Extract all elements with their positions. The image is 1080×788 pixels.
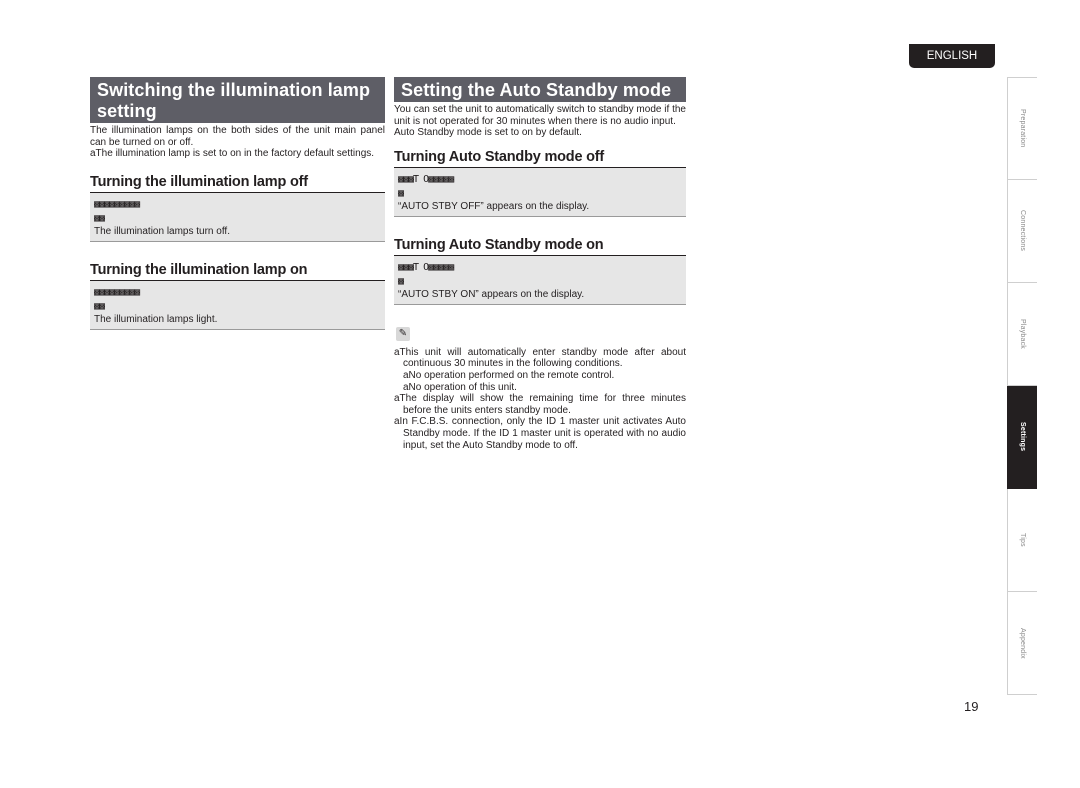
- subsection-heading: Turning Auto Standby mode off: [394, 149, 686, 168]
- intro-text: You can set the unit to automatically sw…: [394, 104, 686, 127]
- tab-settings[interactable]: Settings: [1007, 386, 1037, 489]
- step-1: ▩▩▩T O▩▩▩▩▩: [398, 261, 454, 273]
- subsection-standby-on: Turning Auto Standby mode on ▩▩▩T O▩▩▩▩▩…: [394, 237, 686, 305]
- procedure-box: ▩▩▩T O▩▩▩▩▩ ▩ “AUTO STBY OFF” appears on…: [394, 167, 686, 217]
- step-1: ▩▩▩▩▩▩▩▩▩: [94, 286, 140, 298]
- subsection-heading: Turning the illumination lamp on: [90, 262, 385, 281]
- page-number: 19: [964, 699, 979, 714]
- intro-text: The illumination lamps on the both sides…: [90, 125, 385, 148]
- tab-label: Playback: [1019, 318, 1026, 349]
- step-2: ▩: [398, 275, 404, 287]
- note-subitem: aNo operation performed on the remote co…: [403, 369, 615, 381]
- subsection-lamp-on: Turning the illumination lamp on ▩▩▩▩▩▩▩…: [90, 262, 385, 330]
- note-item: aThe display will show the remaining tim…: [394, 393, 686, 416]
- step-result: “AUTO STBY ON” appears on the display.: [398, 288, 585, 300]
- tab-appendix[interactable]: Appendix: [1007, 592, 1037, 695]
- subsection-heading: Turning Auto Standby mode on: [394, 237, 686, 256]
- step-2: ▩▩: [94, 212, 105, 224]
- step-result: “AUTO STBY OFF” appears on the display.: [398, 200, 590, 212]
- tab-label: Settings: [1019, 422, 1026, 452]
- subsection-lamp-off: Turning the illumination lamp off ▩▩▩▩▩▩…: [90, 174, 385, 242]
- auto-standby-section: Setting the Auto Standby mode You can se…: [394, 77, 686, 451]
- tab-connections[interactable]: Connections: [1007, 180, 1037, 283]
- note-item: aThis unit will automatically enter stan…: [394, 346, 686, 370]
- illumination-section: Switching the illumination lamp setting …: [90, 77, 385, 330]
- language-tab[interactable]: ENGLISH: [909, 44, 995, 68]
- step-result: The illumination lamps turn off.: [94, 225, 230, 237]
- notes-list: aThis unit will automatically enter stan…: [394, 347, 686, 451]
- procedure-box: ▩▩▩▩▩▩▩▩▩ ▩▩ The illumination lamps turn…: [90, 192, 385, 242]
- tab-preparation[interactable]: Preparation: [1007, 77, 1037, 180]
- pencil-icon: ✎: [396, 326, 410, 341]
- subsection-heading: Turning the illumination lamp off: [90, 174, 385, 193]
- procedure-box: ▩▩▩▩▩▩▩▩▩ ▩▩ The illumination lamps ligh…: [90, 280, 385, 330]
- section-title: Setting the Auto Standby mode: [394, 77, 686, 102]
- step-1: ▩▩▩▩▩▩▩▩▩: [94, 198, 140, 210]
- subsection-standby-off: Turning Auto Standby mode off ▩▩▩T O▩▩▩▩…: [394, 149, 686, 217]
- tab-playback[interactable]: Playback: [1007, 283, 1037, 386]
- tab-tips[interactable]: Tips: [1007, 489, 1037, 592]
- step-result: The illumination lamps light.: [94, 313, 218, 325]
- note-item: aIn F.C.B.S. connection, only the ID 1 m…: [394, 416, 686, 451]
- procedure-box: ▩▩▩T O▩▩▩▩▩ ▩ “AUTO STBY ON” appears on …: [394, 255, 686, 305]
- default-text: Auto Standby mode is set to on by defaul…: [394, 127, 582, 139]
- tab-label: Tips: [1019, 533, 1026, 547]
- step-2: ▩: [398, 187, 404, 199]
- step-2: ▩▩: [94, 300, 105, 312]
- tab-label: Appendix: [1019, 627, 1026, 659]
- tab-label: Connections: [1019, 210, 1026, 252]
- note-subitem: aNo operation of this unit.: [403, 381, 517, 393]
- bullet-note: aThe illumination lamp is set to on in t…: [90, 148, 375, 160]
- tab-label: Preparation: [1019, 109, 1026, 148]
- chapter-tabs: Preparation Connections Playback Setting…: [1007, 77, 1037, 695]
- section-title: Switching the illumination lamp setting: [90, 77, 385, 123]
- step-1: ▩▩▩T O▩▩▩▩▩: [398, 173, 454, 185]
